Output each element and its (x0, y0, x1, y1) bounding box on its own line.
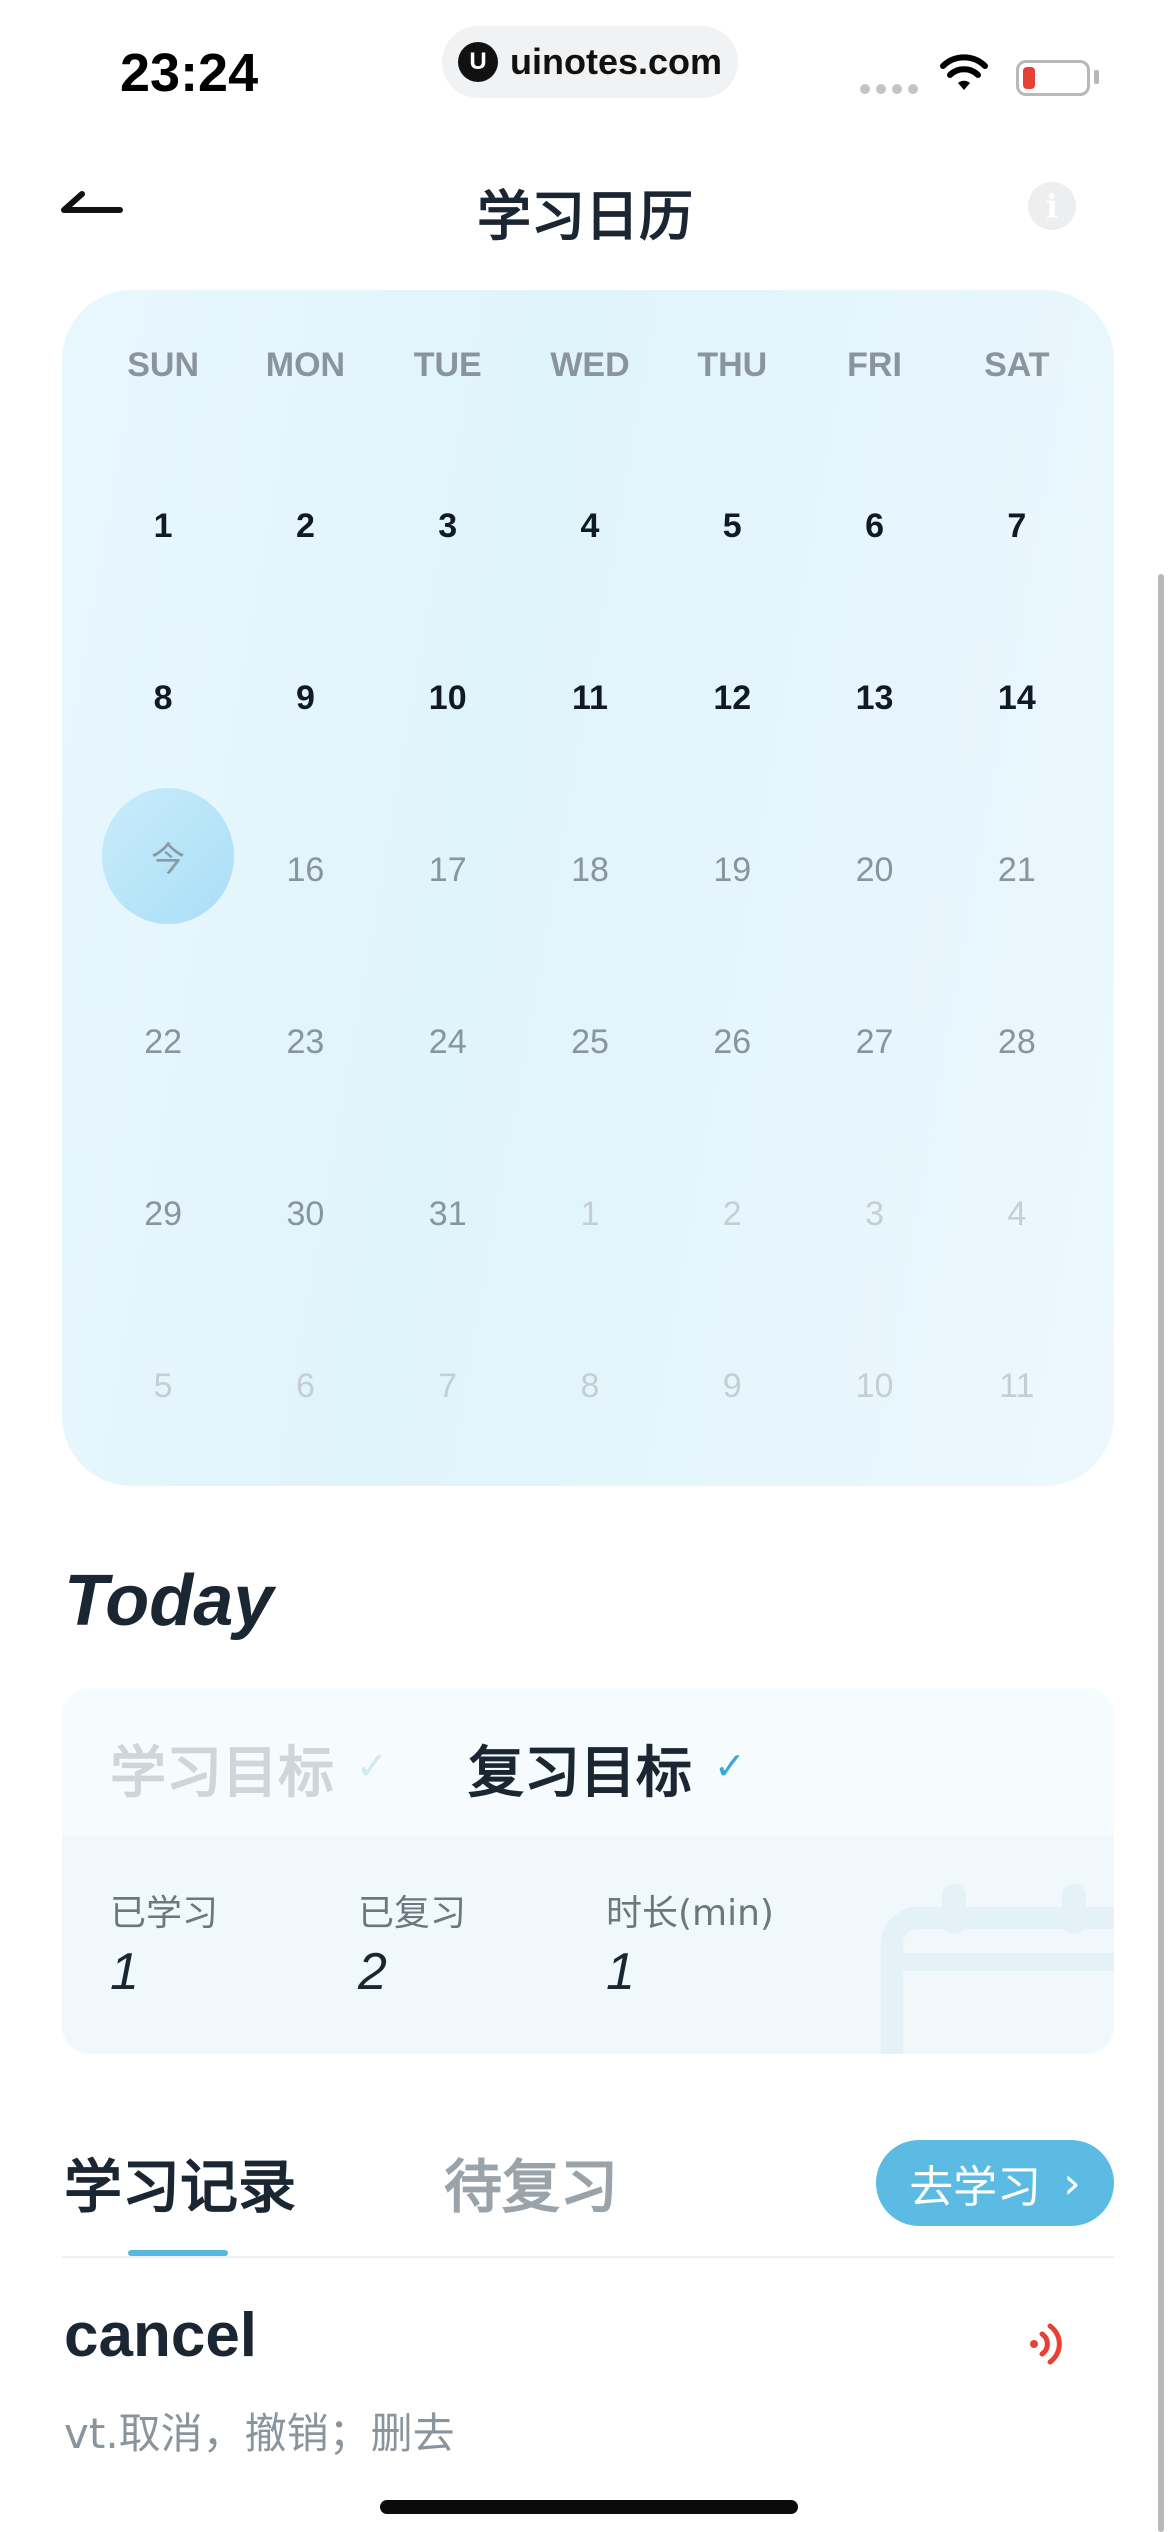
calendar-day[interactable]: 1 (92, 507, 234, 546)
calendar-day[interactable]: 10 (377, 679, 519, 718)
tab-review-goal[interactable]: 复习目标 (468, 1728, 692, 1809)
calendar-day[interactable]: 28 (946, 1023, 1088, 1062)
calendar-day[interactable]: 8 (92, 679, 234, 718)
home-indicator (380, 2500, 798, 2514)
calendar-week-5: 29 30 31 1 2 3 4 (92, 1128, 1088, 1300)
go-study-label: 去学习 (909, 2162, 1042, 2213)
weekday-wed: WED (550, 345, 630, 384)
calendar-day[interactable]: 23 (234, 1023, 376, 1062)
calendar-day-next-month: 11 (999, 1366, 1035, 1405)
calendar-day[interactable]: 30 (234, 1195, 376, 1234)
battery-level (1023, 67, 1035, 89)
calendar-day[interactable]: 5 (661, 507, 803, 546)
chevron-right-icon: › (1063, 2157, 1081, 2209)
stat-reviewed-label: 已复习 (358, 1893, 467, 1934)
battery-cap (1094, 70, 1099, 84)
calendar-decoration-icon (881, 1884, 1114, 2054)
calendar-week-4: 22 23 24 25 26 27 28 (92, 956, 1088, 1128)
calendar-day[interactable]: 19 (661, 851, 803, 890)
calendar-day[interactable]: 27 (803, 1023, 945, 1062)
calendar-day-next-month: 4 (1007, 1194, 1027, 1233)
goal-card: 学习目标 ✓ 复习目标 ✓ 已学习 1 已复习 2 时长(min) 1 (62, 1688, 1114, 2054)
url-pill[interactable]: U uinotes.com (442, 26, 738, 98)
calendar-day[interactable]: 14 (946, 679, 1088, 718)
word-title[interactable]: cancel (64, 2300, 257, 2371)
calendar-day[interactable]: 21 (946, 851, 1088, 890)
calendar-day[interactable]: 9 (234, 679, 376, 718)
calendar-day-next-month: 2 (722, 1194, 742, 1233)
word-meaning: vt.取消，撤销；删去 (64, 2409, 455, 2458)
calendar-day-next-month: 6 (295, 1366, 315, 1405)
today-heading: Today (64, 1561, 274, 1641)
calendar-day[interactable]: 2 (234, 507, 376, 546)
scrollbar[interactable] (1158, 574, 1164, 2532)
tab-study-record[interactable]: 学习记录 (64, 2140, 296, 2224)
calendar-day-next-month: 3 (865, 1194, 884, 1233)
calendar-week-2: 8 9 10 11 12 13 14 (92, 612, 1088, 784)
calendar-day[interactable]: 22 (92, 1023, 234, 1062)
weekday-fri: FRI (847, 345, 902, 384)
calendar-day-next-month: 5 (153, 1366, 173, 1405)
info-icon[interactable]: i (1028, 182, 1076, 230)
divider (62, 2256, 1114, 2258)
check-icon: ✓ (714, 1744, 746, 1788)
calendar-day-next-month: 7 (438, 1366, 458, 1405)
cellular-signal-icon (860, 84, 918, 94)
calendar-day[interactable]: 24 (377, 1023, 519, 1062)
calendar-day[interactable]: 18 (519, 851, 661, 890)
stat-learned-label: 已学习 (110, 1893, 219, 1934)
calendar-day[interactable]: 17 (377, 851, 519, 890)
calendar-today-marker[interactable]: 今 (102, 788, 234, 924)
tab-study-goal[interactable]: 学习目标 (110, 1728, 334, 1809)
weekday-thu: THU (697, 345, 768, 384)
calendar-day[interactable]: 20 (803, 851, 945, 890)
calendar-day[interactable]: 13 (803, 679, 945, 718)
url-text: uinotes.com (509, 41, 723, 82)
calendar-day[interactable]: 12 (661, 679, 803, 718)
calendar-day[interactable]: 25 (519, 1023, 661, 1062)
calendar-week-1: 1 2 3 4 5 6 7 (92, 440, 1088, 612)
tab-pending-review[interactable]: 待复习 (444, 2140, 618, 2224)
calendar-day[interactable]: 11 (519, 679, 661, 718)
stat-reviewed-value: 2 (358, 1943, 387, 2001)
site-logo-icon: U (457, 42, 498, 82)
calendar-week-6: 5 6 7 8 9 10 11 (92, 1300, 1088, 1472)
calendar-day[interactable]: 6 (803, 507, 945, 546)
calendar-day-next-month: 8 (580, 1366, 600, 1405)
weekday-header: SUN MON TUE WED THU FRI SAT (92, 290, 1088, 440)
stat-learned-value: 1 (110, 1943, 139, 2001)
weekday-sat: SAT (984, 345, 1050, 384)
calendar-day[interactable]: 7 (946, 507, 1088, 546)
status-time: 23:24 (120, 43, 259, 103)
calendar-day-next-month: 9 (722, 1366, 742, 1405)
stat-duration-label: 时长(min) (606, 1893, 774, 1934)
calendar-day-next-month: 1 (580, 1194, 600, 1233)
calendar-day[interactable]: 16 (234, 851, 376, 890)
calendar-day[interactable]: 31 (377, 1195, 519, 1234)
weekday-mon: MON (265, 345, 346, 384)
page-title: 学习日历 (477, 185, 693, 248)
speaker-icon[interactable] (1028, 2322, 1064, 2366)
calendar-day[interactable]: 29 (92, 1195, 234, 1234)
go-study-button[interactable]: 去学习 › (876, 2140, 1114, 2226)
weekday-tue: TUE (413, 345, 482, 384)
wifi-icon (940, 54, 988, 90)
calendar-day[interactable]: 4 (519, 507, 661, 546)
calendar-day[interactable]: 26 (661, 1023, 803, 1062)
weekday-sun: SUN (127, 345, 200, 384)
calendar-day-next-month: 10 (855, 1366, 894, 1405)
calendar-day[interactable]: 3 (377, 507, 519, 546)
check-icon: ✓ (356, 1744, 388, 1788)
calendar-week-3: 16 17 18 19 20 21 (92, 784, 1088, 956)
stat-duration-value: 1 (606, 1943, 635, 2001)
